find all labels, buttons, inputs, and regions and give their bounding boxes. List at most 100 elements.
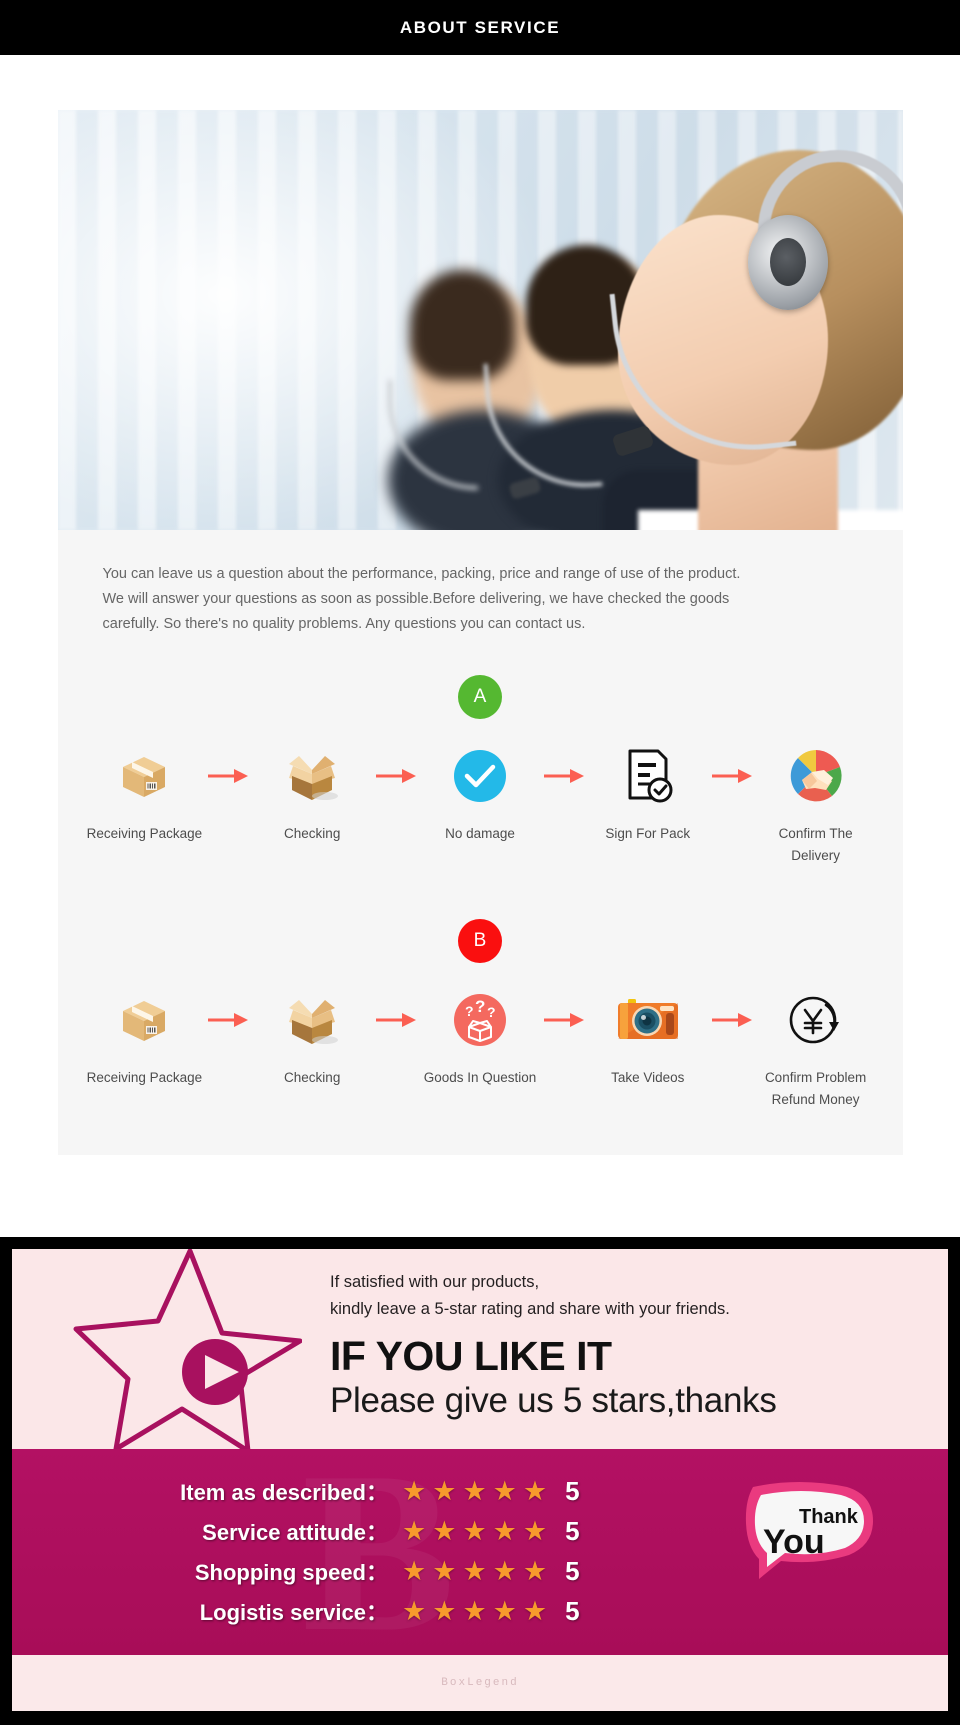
right-arrow-icon [205,745,251,807]
rating-stars: ★ ★ ★ ★ ★ [402,1475,548,1506]
star-icon: ★ [522,1555,548,1586]
feedback-line-2: kindly leave a 5-star rating and share w… [330,1300,730,1318]
about-service-page: ABOUT SERVICE You can leave us a questio… [0,0,960,1725]
closed-box-icon [117,989,171,1051]
description-line-1: You can leave us a question about the pe… [102,566,741,582]
rating-stars: ★ ★ ★ ★ ★ [402,1515,548,1546]
rating-label: Shopping speed： [194,1560,388,1585]
feedback-line-1: If satisfied with our products, [330,1273,540,1291]
service-description: You can leave us a question about the pe… [58,530,903,647]
rating-stars: ★ ★ ★ ★ ★ [402,1595,548,1626]
star-icon: ★ [432,1515,457,1546]
star-icon: ★ [462,1595,487,1626]
flow-a-step-4-label: Sign For Pack [605,826,691,841]
flow-b-step-5-label: Confirm Problem Refund Money [764,1070,867,1107]
star-icon: ★ [522,1595,548,1626]
rating-value: 5 [565,1595,580,1626]
call-center-hero-image [57,110,903,530]
star-icon: ★ [462,1515,487,1546]
star-icon: ★ [432,1475,457,1506]
star-icon: ★ [432,1595,457,1626]
star-icon: ★ [462,1475,487,1506]
svg-text:?: ? [465,1003,474,1019]
star-icon: ★ [462,1555,487,1586]
rating-label: Item as described： [180,1480,388,1505]
flow-a-badge-wrap: A [58,675,903,719]
flow-a-step-3: No damage [419,745,541,845]
page-header: ABOUT SERVICE [0,0,960,55]
page-title: ABOUT SERVICE [399,17,561,37]
flow-b-badge-wrap: B [58,919,903,963]
star-icon: ★ [402,1515,427,1546]
handshake-icon [788,745,844,807]
flow-a-step-1-label: Receiving Package [86,826,203,841]
right-arrow-icon [373,989,419,1051]
description-line-3: carefully. So there's no quality problem… [102,616,586,632]
flow-b-step-4: Take Videos [587,989,709,1089]
star-icon: ★ [432,1555,457,1586]
star-icon: ★ [402,1595,427,1626]
right-arrow-icon [205,989,251,1051]
ratings-block: B Item as described： ★ ★ ★ ★ ★ 5 Service… [12,1449,948,1655]
description-line-2: We will answer your questions as soon as… [102,591,730,607]
right-arrow-icon [541,989,587,1051]
flow-b-step-3: ? ? ? Goods In Question [419,989,541,1089]
svg-text:?: ? [475,997,485,1016]
flow-a-step-5-label: Confirm The Delivery [778,826,853,863]
service-section: You can leave us a question about the pe… [0,55,960,1187]
flow-b-step-1-label: Receiving Package [86,1070,203,1085]
star-icon: ★ [402,1475,427,1506]
star-icon: ★ [492,1515,517,1546]
flow-a-step-2: Checking [251,745,373,845]
feedback-panel: If satisfied with our products, kindly l… [12,1249,948,1711]
rating-rows: Item as described： ★ ★ ★ ★ ★ 5 Service a… [132,1471,772,1631]
feedback-text-block: If satisfied with our products, kindly l… [330,1269,910,1423]
feedback-headline: IF YOU LIKE IT [330,1333,612,1379]
star-icon: ★ [492,1555,517,1586]
flow-a-step-5: Confirm The Delivery [755,745,877,867]
feedback-top: If satisfied with our products, kindly l… [12,1249,948,1449]
brand-watermark: BoxLegend [441,1677,519,1689]
flow-a-badge: A [458,675,502,719]
flow-b-badge: B [458,919,502,963]
flow-b-step-4-label: Take Videos [611,1070,685,1085]
feedback-footer: BoxLegend [12,1655,948,1711]
camera-icon [616,989,680,1051]
rating-row: Item as described： ★ ★ ★ ★ ★ 5 [132,1471,772,1511]
flow-a-step-3-label: No damage [445,826,515,841]
open-box-icon [283,989,341,1051]
flow-b-step-1: Receiving Package [84,989,206,1089]
star-icon: ★ [522,1475,548,1506]
flow-b-step-5: Confirm Problem Refund Money [755,989,877,1111]
closed-box-icon [117,745,171,807]
star-icon: ★ [492,1475,517,1506]
open-box-icon [283,745,341,807]
star-icon: ★ [522,1515,548,1546]
star-play-icon [72,1249,303,1449]
flow-a-step-4: Sign For Pack [587,745,709,845]
right-arrow-icon [541,745,587,807]
right-arrow-icon [709,745,755,807]
thank-you-bubble: Thank You [737,1479,882,1579]
feedback-subheadline: Please give us 5 stars,thanks [330,1381,777,1420]
svg-text:?: ? [487,1004,496,1020]
rating-row: Service attitude： ★ ★ ★ ★ ★ 5 [132,1511,772,1551]
question-box-icon: ? ? ? [452,989,508,1051]
flow-a-step-2-label: Checking [284,826,341,841]
sign-document-icon [622,745,674,807]
refund-yen-icon [787,989,845,1051]
thank-you-big: You [763,1523,825,1561]
star-icon: ★ [492,1595,517,1626]
check-circle-icon [452,745,508,807]
flow-a-steps: Receiving Package Checking No damage Sig… [58,745,903,867]
rating-value: 5 [565,1475,580,1506]
flow-a-step-1: Receiving Package [84,745,206,845]
flow-b-step-2-label: Checking [284,1070,341,1085]
rating-value: 5 [565,1555,580,1586]
rating-row: Logistis service： ★ ★ ★ ★ ★ 5 [132,1591,772,1631]
rating-stars: ★ ★ ★ ★ ★ [402,1555,548,1586]
rating-row: Shopping speed： ★ ★ ★ ★ ★ 5 [132,1551,772,1591]
right-arrow-icon [373,745,419,807]
rating-label: Service attitude： [202,1520,388,1545]
flow-b-steps: Receiving Package Checking ? ? ? Goods I… [58,989,903,1111]
